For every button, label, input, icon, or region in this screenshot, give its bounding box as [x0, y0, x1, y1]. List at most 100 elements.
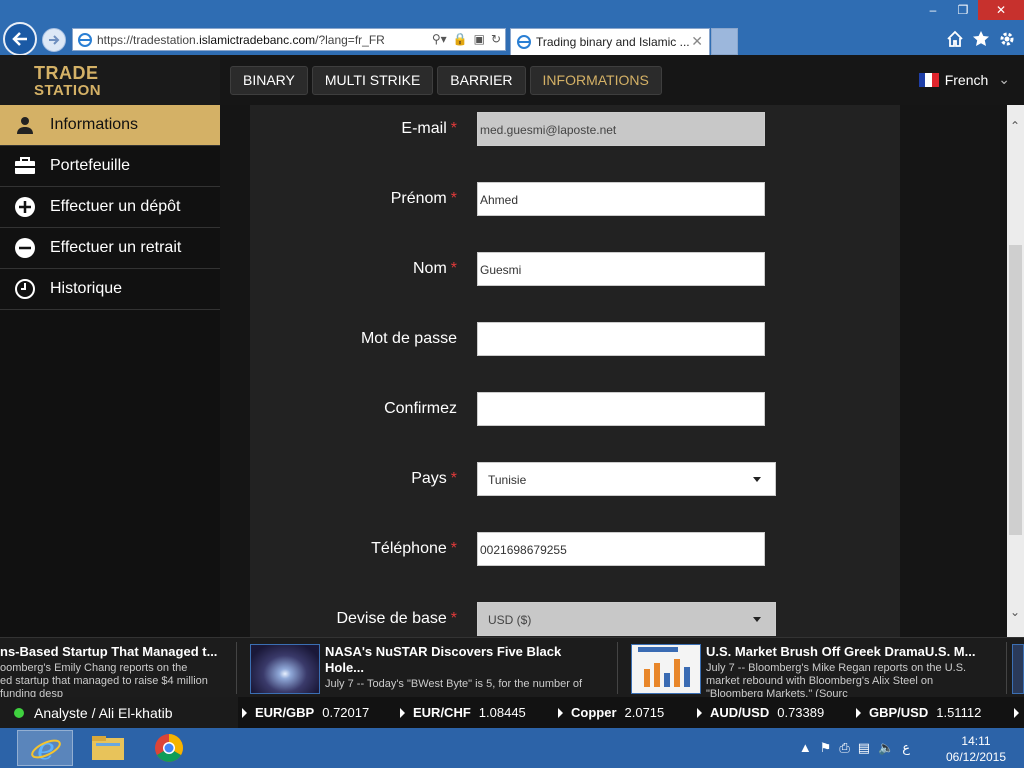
form-row-devise: Devise de base * USD ($) [250, 602, 900, 636]
ticker-quote[interactable]: Copper 2.0715 [558, 705, 664, 720]
sidebar: Informations Portefeuille Effectuer un d… [0, 105, 220, 637]
ticker-quote[interactable]: EUR/GBP 0.72017 [242, 705, 369, 720]
browser-tab[interactable]: Trading binary and Islamic ... ✕ [510, 28, 710, 55]
form-row-telephone: Téléphone * 0021698679255 [250, 532, 900, 566]
ticker-quote[interactable]: EUR/CHF 1.08445 [400, 705, 526, 720]
search-icon[interactable]: ⚲▾ [432, 32, 447, 46]
back-button[interactable] [3, 22, 37, 56]
sidebar-item-portefeuille[interactable]: Portefeuille [0, 146, 220, 187]
internet-explorer-icon: e [31, 732, 61, 767]
compat-view-icon[interactable]: ▣ [474, 32, 485, 46]
user-name: Analyste / Ali El-khatib [34, 705, 173, 721]
play-icon [558, 708, 563, 718]
news-thumbnail [631, 644, 701, 694]
ticker-quote[interactable]: AUD/USD 0.73389 [697, 705, 824, 720]
form-row-email: E-mail * med.guesmi@laposte.net [250, 112, 900, 146]
form-row-pays: Pays * Tunisie [250, 462, 900, 496]
currency-select[interactable]: USD ($) [477, 602, 776, 636]
clock[interactable]: 14:11 06/12/2015 [936, 733, 1016, 765]
browser-chrome: – ❐ ✕ https://tradestation.islamictradeb… [0, 0, 1024, 56]
url-text[interactable]: https://tradestation.islamictradebanc.co… [97, 33, 385, 47]
network-icon[interactable]: ▤ [858, 740, 870, 756]
form-row-confirm: Confirmez [250, 392, 900, 426]
taskbar-ie[interactable]: e [17, 730, 73, 767]
country-select[interactable]: Tunisie [477, 462, 776, 496]
scroll-down-icon[interactable]: ⌄ [1010, 605, 1020, 619]
language-selector[interactable]: French ⌄ [918, 71, 1010, 88]
gear-icon[interactable] [998, 30, 1016, 48]
show-hidden-icons[interactable]: ▲ [799, 740, 812, 756]
tab-title: Trading binary and Islamic ... [536, 35, 690, 49]
volume-icon[interactable]: 🔈 [878, 740, 894, 756]
profile-form: E-mail * med.guesmi@laposte.net Prénom * A… [250, 105, 900, 637]
nav-binary[interactable]: BINARY [230, 66, 308, 95]
forward-button[interactable] [42, 28, 66, 52]
main-nav: BINARY MULTI STRIKE BARRIER INFORMATIONS [230, 66, 662, 95]
vertical-scrollbar[interactable]: ⌃ ⌄ [1007, 105, 1024, 637]
home-icon[interactable] [946, 30, 964, 48]
app-header: TRADE STATION BINARY MULTI STRIKE BARRIE… [0, 55, 1024, 105]
lock-icon[interactable]: 🔒 [453, 32, 468, 46]
taskbar-chrome[interactable] [141, 730, 197, 766]
usb-icon[interactable]: ⎙ [839, 740, 849, 756]
star-icon[interactable] [972, 30, 990, 48]
action-center-icon[interactable]: ⚑ [820, 740, 832, 756]
sidebar-item-label: Effectuer un retrait [50, 239, 182, 256]
password-field[interactable] [477, 322, 765, 356]
ticker-next-icon[interactable] [1014, 705, 1024, 720]
tab-close-icon[interactable]: ✕ [691, 33, 703, 50]
minimize-button[interactable]: – [918, 0, 948, 20]
chrome-icon [155, 734, 183, 762]
windows-taskbar: e ▲ ⚑ ⎙ ▤ 🔈 ع 14:11 06/12/2015 [0, 728, 1024, 768]
nav-barrier[interactable]: BARRIER [437, 66, 526, 95]
play-icon [856, 708, 861, 718]
sidebar-item-retrait[interactable]: Effectuer un retrait [0, 228, 220, 269]
sidebar-item-informations[interactable]: Informations [0, 105, 220, 146]
sidebar-item-historique[interactable]: Historique [0, 269, 220, 310]
scroll-up-icon[interactable]: ⌃ [1010, 119, 1020, 133]
address-bar[interactable]: https://tradestation.islamictradebanc.co… [72, 28, 506, 51]
news-item[interactable]: ns-Based Startup That Managed t... oombe… [0, 644, 232, 700]
online-status-icon [14, 708, 24, 718]
taskbar-explorer[interactable] [80, 730, 136, 766]
minus-circle-icon [15, 238, 35, 258]
prenom-field[interactable]: Ahmed [477, 182, 765, 216]
arrow-right-icon [49, 35, 60, 45]
quote-ticker: Analyste / Ali El-khatib EUR/GBP 0.72017 … [0, 697, 1024, 728]
folder-icon [92, 736, 124, 760]
ime-indicator[interactable]: ع [902, 740, 910, 756]
clock-icon [15, 279, 35, 299]
news-item[interactable]: NASA's NuSTAR Discovers Five Black Hole.… [250, 644, 610, 694]
restore-button[interactable]: ❐ [948, 0, 978, 20]
scrollbar-thumb[interactable] [1009, 245, 1022, 535]
trade-station-logo[interactable]: TRADE STATION [0, 55, 220, 105]
news-item[interactable]: U.S. Market Brush Off Greek DramaU.S. M.… [631, 644, 1001, 700]
main-content: E-mail * med.guesmi@laposte.net Prénom * A… [220, 105, 1007, 637]
form-row-password: Mot de passe [250, 322, 900, 356]
user-status[interactable]: Analyste / Ali El-khatib [0, 697, 238, 728]
confirm-password-field[interactable] [477, 392, 765, 426]
briefcase-icon [15, 157, 35, 174]
play-icon [242, 708, 247, 718]
news-thumbnail [250, 644, 320, 694]
ticker-quote[interactable]: GBP/USD 1.51112 [856, 705, 981, 720]
sidebar-item-depot[interactable]: Effectuer un dépôt [0, 187, 220, 228]
nav-multi-strike[interactable]: MULTI STRIKE [311, 66, 434, 95]
caret-down-icon [753, 617, 761, 622]
sidebar-item-label: Effectuer un dépôt [50, 198, 181, 215]
nav-informations[interactable]: INFORMATIONS [529, 66, 662, 95]
caret-down-icon [753, 477, 761, 482]
form-row-prenom: Prénom * Ahmed [250, 182, 900, 216]
news-thumbnail [1012, 644, 1024, 694]
refresh-icon[interactable]: ↻ [491, 32, 501, 46]
news-item[interactable] [1012, 644, 1024, 694]
window-controls: – ❐ ✕ [918, 0, 1024, 20]
phone-field[interactable]: 0021698679255 [477, 532, 765, 566]
french-flag-icon [918, 72, 939, 87]
nom-field[interactable]: Guesmi [477, 252, 765, 286]
close-window-button[interactable]: ✕ [978, 0, 1024, 20]
play-icon [697, 708, 702, 718]
new-tab-button[interactable] [711, 28, 738, 55]
email-field[interactable]: med.guesmi@laposte.net [477, 112, 765, 146]
plus-circle-icon [15, 197, 35, 217]
